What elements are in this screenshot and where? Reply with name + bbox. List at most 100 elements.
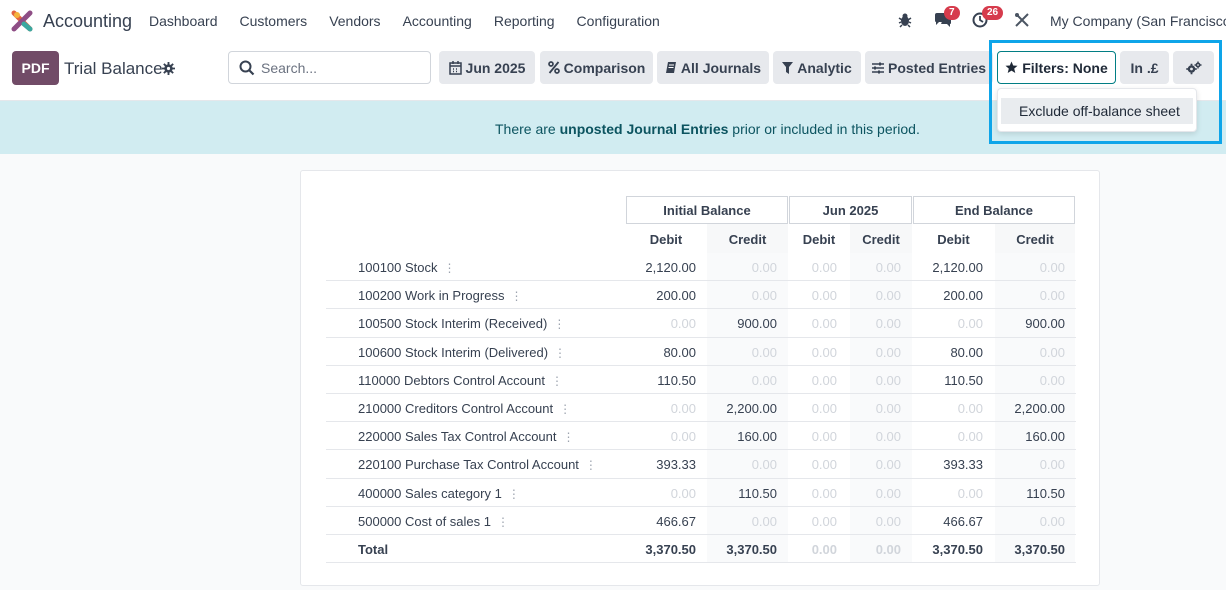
- table-row[interactable]: 220000 Sales Tax Control Account ⋮ 0.00 160…: [326, 422, 1076, 451]
- currency-button[interactable]: In .£: [1120, 51, 1169, 84]
- subheader-period-debit: Debit: [802, 232, 836, 247]
- menu-reporting[interactable]: Reporting: [494, 13, 555, 29]
- subheader-initial-debit: Debit: [649, 232, 683, 247]
- row-menu-icon[interactable]: ⋮: [563, 430, 575, 444]
- account-name[interactable]: 100600 Stock Interim (Delivered): [358, 345, 548, 360]
- menu-vendors[interactable]: Vendors: [329, 13, 380, 29]
- comparison-button[interactable]: Comparison: [540, 51, 653, 84]
- gear-icon[interactable]: [162, 62, 175, 75]
- total-row: Total 3,370.50 3,370.50 0.00 0.00 3,370.50 3,3…: [326, 534, 1076, 564]
- account-name[interactable]: 500000 Cost of sales 1: [358, 514, 491, 529]
- subheader-end-credit: Credit: [995, 224, 1075, 255]
- account-label: 100200 Work in Progress ⋮: [358, 288, 522, 303]
- account-name[interactable]: 110000 Debtors Control Account: [358, 373, 545, 388]
- row-menu-icon[interactable]: ⋮: [551, 374, 563, 388]
- account-name[interactable]: 100200 Work in Progress: [358, 288, 504, 303]
- report-rows: 100100 Stock ⋮ 2,120.00 0.00 0.00 0.00 2,120.0…: [326, 253, 1076, 564]
- row-menu-icon[interactable]: ⋮: [585, 458, 597, 472]
- posted-entries-label: Posted Entries: [887, 59, 987, 76]
- date-filter-button[interactable]: Jun 2025: [439, 51, 535, 84]
- amount-cell[interactable]: 2,120.00: [645, 260, 696, 275]
- amount-cell[interactable]: 110.50: [1026, 486, 1065, 501]
- activity-clock-icon[interactable]: 26: [972, 6, 1004, 28]
- account-name[interactable]: 100100 Stock: [358, 260, 438, 275]
- amount-cell: 3,370.50: [645, 541, 696, 557]
- table-row[interactable]: 500000 Cost of sales 1 ⋮ 466.67 0.00 0.00 0.0…: [326, 506, 1076, 535]
- amount-cell: 0.00: [875, 485, 901, 501]
- menu-dashboard[interactable]: Dashboard: [149, 13, 218, 29]
- search-input[interactable]: [261, 58, 421, 78]
- account-name[interactable]: 100500 Stock Interim (Received): [358, 316, 547, 331]
- account-name[interactable]: 210000 Creditors Control Account: [358, 401, 553, 416]
- amount-cell[interactable]: 200.00: [656, 288, 696, 303]
- amount-cell: 0.00: [957, 429, 983, 445]
- amount-cell[interactable]: 393.33: [943, 457, 983, 472]
- messages-badge: 7: [944, 6, 960, 20]
- table-row[interactable]: 100600 Stock Interim (Delivered) ⋮ 80.00 0.…: [326, 337, 1076, 366]
- exclude-off-balance-option[interactable]: Exclude off-balance sheet: [1001, 98, 1193, 124]
- group-header-period: Jun 2025: [789, 196, 912, 224]
- row-menu-icon[interactable]: ⋮: [497, 515, 509, 529]
- filters-button[interactable]: Filters: None: [997, 51, 1116, 84]
- row-menu-icon[interactable]: ⋮: [510, 289, 522, 303]
- settings-button[interactable]: [1173, 51, 1214, 84]
- alert-strong[interactable]: unposted Journal Entries: [560, 121, 729, 137]
- amount-cell[interactable]: 110.50: [657, 373, 696, 388]
- amount-cell[interactable]: 110.50: [738, 486, 777, 501]
- row-menu-icon[interactable]: ⋮: [554, 346, 566, 360]
- pdf-button[interactable]: PDF: [12, 51, 59, 85]
- table-row[interactable]: 220100 Purchase Tax Control Account ⋮ 393.…: [326, 450, 1076, 479]
- amount-cell[interactable]: 466.67: [943, 514, 983, 529]
- amount-cell[interactable]: 900.00: [737, 316, 777, 331]
- table-row[interactable]: 100100 Stock ⋮ 2,120.00 0.00 0.00 0.00 2,120.0…: [326, 253, 1076, 282]
- amount-cell: 0.00: [875, 429, 901, 445]
- analytic-label: Analytic: [797, 59, 852, 76]
- row-menu-icon[interactable]: ⋮: [559, 402, 571, 416]
- bug-icon[interactable]: [898, 12, 914, 28]
- menu-customers[interactable]: Customers: [240, 13, 308, 29]
- amount-cell: 0.00: [751, 344, 777, 360]
- amount-cell[interactable]: 466.67: [656, 514, 696, 529]
- analytic-button[interactable]: Analytic: [773, 51, 861, 84]
- tools-icon[interactable]: [1014, 12, 1030, 28]
- table-row[interactable]: 100200 Work in Progress ⋮ 200.00 0.00 0.00 0.…: [326, 281, 1076, 310]
- amount-cell[interactable]: 900.00: [1025, 316, 1065, 331]
- account-name[interactable]: 220100 Purchase Tax Control Account: [358, 457, 579, 472]
- company-switcher[interactable]: My Company (San Francisco): [1050, 13, 1226, 29]
- table-row[interactable]: 400000 Sales category 1 ⋮ 0.00 110.50 0.00 0.…: [326, 478, 1076, 507]
- accounting-app-icon[interactable]: [11, 10, 33, 32]
- amount-cell[interactable]: 80.00: [950, 345, 983, 360]
- menu-configuration[interactable]: Configuration: [577, 13, 660, 29]
- row-menu-icon[interactable]: ⋮: [444, 261, 456, 275]
- amount-cell: 0.00: [875, 400, 901, 416]
- account-name[interactable]: 220000 Sales Tax Control Account: [358, 429, 557, 444]
- posted-entries-button[interactable]: Posted Entries: [865, 51, 993, 84]
- account-name[interactable]: 400000 Sales category 1: [358, 486, 502, 501]
- amount-cell[interactable]: 2,200.00: [726, 401, 777, 416]
- row-menu-icon[interactable]: ⋮: [553, 317, 565, 331]
- amount-cell[interactable]: 2,120.00: [932, 260, 983, 275]
- menu-accounting[interactable]: Accounting: [403, 13, 472, 29]
- table-row[interactable]: 210000 Creditors Control Account ⋮ 0.00 2,2…: [326, 393, 1076, 423]
- group-header-end: End Balance: [913, 196, 1075, 224]
- amount-cell[interactable]: 80.00: [663, 345, 696, 360]
- amount-cell[interactable]: 110.50: [944, 373, 983, 388]
- amount-cell: 0.00: [670, 429, 696, 445]
- row-menu-icon[interactable]: ⋮: [508, 487, 520, 501]
- amount-cell: 0.00: [875, 513, 901, 529]
- alert-text: There are unposted Journal Entries prior…: [495, 121, 920, 137]
- amount-cell: 0.00: [751, 457, 777, 473]
- account-label: 110000 Debtors Control Account ⋮: [358, 373, 563, 388]
- percent-icon: [547, 61, 560, 74]
- amount-cell[interactable]: 160.00: [1025, 429, 1065, 444]
- messages-icon[interactable]: 7: [934, 6, 960, 28]
- app-name[interactable]: Accounting: [43, 11, 132, 32]
- amount-cell[interactable]: 160.00: [737, 429, 777, 444]
- amount-cell[interactable]: 200.00: [943, 288, 983, 303]
- top-navbar: Accounting Dashboard Customers Vendors A…: [0, 0, 1226, 41]
- table-row[interactable]: 110000 Debtors Control Account ⋮ 110.50 0.0…: [326, 365, 1076, 394]
- amount-cell[interactable]: 2,200.00: [1014, 401, 1065, 416]
- table-row[interactable]: 100500 Stock Interim (Received) ⋮ 0.00 900.…: [326, 309, 1076, 338]
- journals-button[interactable]: All Journals: [657, 51, 769, 84]
- amount-cell[interactable]: 393.33: [656, 457, 696, 472]
